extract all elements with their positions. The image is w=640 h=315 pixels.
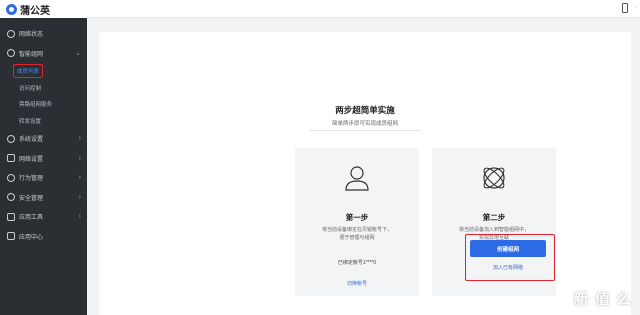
step1-heading: 第一步 bbox=[345, 213, 369, 222]
chevron-right-icon: › bbox=[78, 193, 81, 201]
page-title: 两步超简单实施 bbox=[335, 105, 395, 115]
step1-description: 将当前设备绑定在贝锐帐号下， 便于管理与组网 bbox=[321, 227, 392, 241]
orbit-icon bbox=[483, 167, 505, 189]
step2-heading: 第二步 bbox=[482, 213, 506, 222]
top-bar: · bbox=[87, 0, 640, 18]
chevron-right-icon: › bbox=[78, 154, 81, 162]
behavior-icon bbox=[7, 173, 15, 182]
shield-icon bbox=[7, 193, 15, 202]
tools-icon bbox=[7, 212, 15, 221]
sidebar-subitem-forward-settings[interactable]: 转发设置 bbox=[0, 113, 87, 130]
create-network-button[interactable]: 创建组网 bbox=[470, 240, 546, 257]
sidebar-item-network-status[interactable]: 网络状态 bbox=[0, 24, 87, 44]
globe-icon bbox=[7, 29, 15, 38]
main-content: 两步超简单实施 简单两步即可实现成员组网 第一步 将当前设备绑定在贝锐帐号下， … bbox=[87, 18, 640, 315]
chevron-down-icon: ⌄ bbox=[75, 50, 81, 58]
chevron-right-icon: › bbox=[78, 174, 81, 182]
sidebar-item-app-tools[interactable]: 应用工具 › bbox=[0, 207, 87, 227]
gear-icon bbox=[7, 134, 15, 143]
more-icon[interactable]: · bbox=[636, 4, 638, 11]
sidebar-item-smart-network[interactable]: 智能组网 ⌄ bbox=[0, 44, 87, 64]
sidebar-item-network-settings[interactable]: 网络设置 › bbox=[0, 149, 87, 169]
phone-icon[interactable] bbox=[622, 3, 628, 13]
sidebar-subitem-member-list[interactable]: 成员列表 bbox=[0, 63, 87, 80]
network-icon bbox=[7, 49, 15, 58]
sidebar-nav: 网络状态 智能组网 ⌄ 成员列表 访问控制 旁路组网服务 转发设置 系统设置 ›… bbox=[0, 18, 87, 246]
user-icon bbox=[345, 166, 369, 191]
chevron-right-icon: › bbox=[78, 135, 81, 143]
page-subtitle: 简单两步即可实现成员组网 bbox=[331, 121, 398, 127]
bound-account-text: 已绑定帐号1****0 bbox=[337, 260, 377, 266]
sidebar-item-behavior-management[interactable]: 行为管理 › bbox=[0, 168, 87, 188]
sidebar-item-system-settings[interactable]: 系统设置 › bbox=[0, 129, 87, 149]
step1-card: 第一步 将当前设备绑定在贝锐帐号下， 便于管理与组网 已绑定帐号1****0 切… bbox=[295, 148, 419, 296]
sidebar-subitem-bypass-service[interactable]: 旁路组网服务 bbox=[0, 96, 87, 113]
chevron-right-icon: › bbox=[78, 213, 81, 221]
join-network-link[interactable]: 加入已有网络 bbox=[470, 264, 546, 271]
divider bbox=[310, 130, 420, 131]
apps-icon bbox=[7, 232, 15, 241]
watermark: 新 值 么 bbox=[573, 291, 632, 308]
sidebar-item-security-management[interactable]: 安全管理 › bbox=[0, 188, 87, 208]
logo[interactable]: 蒲公英 bbox=[0, 0, 87, 18]
sidebar-subitem-access-control[interactable]: 访问控制 bbox=[0, 80, 87, 97]
dandelion-logo-icon bbox=[6, 3, 17, 15]
network-settings-icon bbox=[7, 154, 15, 163]
sidebar: 蒲公英 网络状态 智能组网 ⌄ 成员列表 访问控制 旁路组网服务 转发设置 系统… bbox=[0, 0, 87, 315]
sidebar-item-app-center[interactable]: 应用中心 bbox=[0, 227, 87, 247]
switch-account-link[interactable]: 切换帐号 bbox=[295, 280, 419, 287]
active-highlight-box: 成员列表 bbox=[13, 64, 44, 79]
logo-text: 蒲公英 bbox=[20, 5, 50, 17]
